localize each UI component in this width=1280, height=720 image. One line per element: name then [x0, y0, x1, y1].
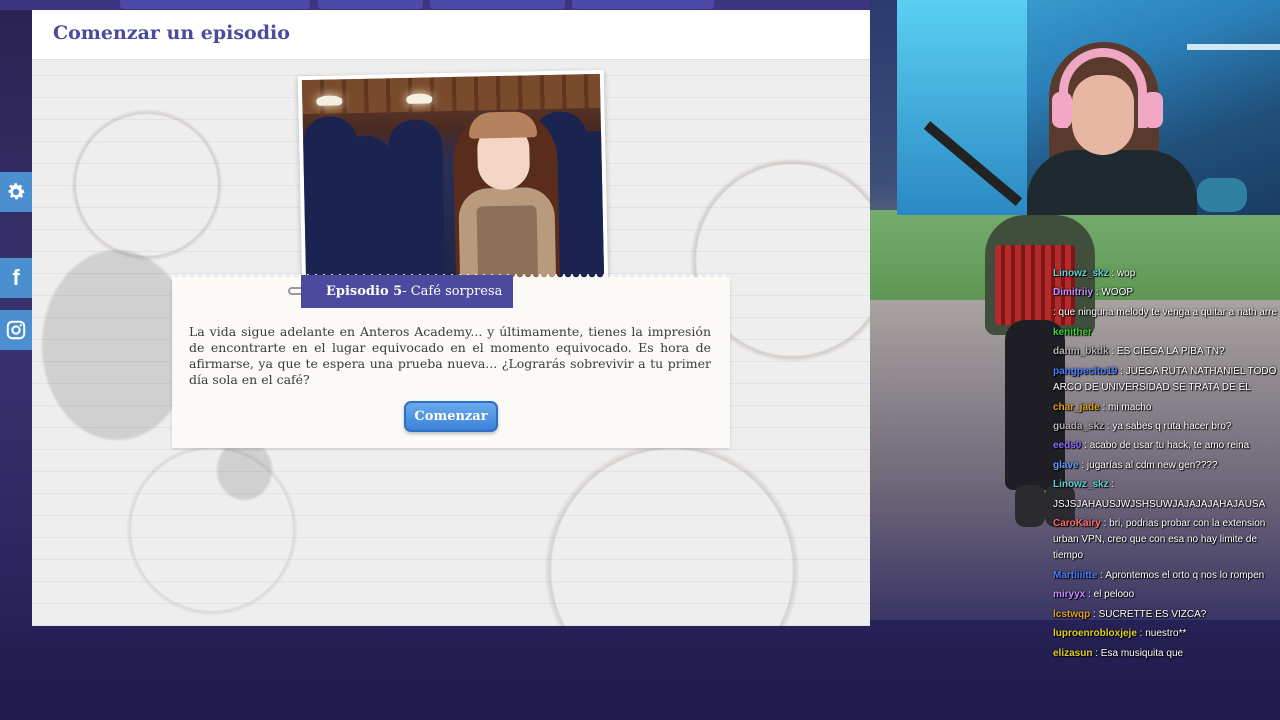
game-top-nav: [0, 0, 870, 10]
chat-message: CaroKairy : bri, podrias probar con la e…: [1045, 514, 1280, 566]
start-button[interactable]: Comenzar: [404, 401, 498, 432]
avatar-shoe: [1015, 485, 1045, 527]
chat-text: : el pelooo: [1085, 589, 1135, 601]
chat-username[interactable]: Linowz_skz: [1053, 479, 1109, 490]
coffee-stain: [42, 250, 192, 440]
facebook-icon: f: [12, 265, 20, 290]
chat-text: : nuestro**: [1136, 628, 1187, 640]
chat-username[interactable]: luproenrobloxjeje: [1053, 628, 1137, 639]
instagram-icon: [6, 320, 26, 340]
webcam-background-light: [897, 0, 1027, 215]
silhouette: [565, 130, 605, 282]
nav-tab[interactable]: [318, 0, 423, 9]
episode-name: - Café sorpresa: [402, 284, 503, 299]
chat-message: luproenrobloxjeje : nuestro**: [1045, 624, 1280, 643]
chat-text: : ES CIEGA LA PIBA TN?: [1108, 346, 1225, 358]
chat-username[interactable]: elizasun: [1053, 648, 1092, 659]
chat-username[interactable]: Dimitriiy: [1053, 287, 1093, 298]
episode-panel: Comenzar un episodio La vida sigue adela…: [32, 10, 870, 626]
chat-message: miryyx : el pelooo: [1045, 585, 1280, 604]
chat-message: Linowz_skz : JSJSJAHAUSJWJSHSUWJAJAJAJAH…: [1045, 475, 1280, 514]
chat-message: elizasun : Esa musiquita que: [1045, 644, 1280, 663]
lamp: [406, 93, 433, 104]
chat-username[interactable]: CaroKairy: [1053, 518, 1101, 529]
episode-label: Episodio 5 - Café sorpresa: [301, 275, 513, 308]
chat-text: : mi macho: [1099, 401, 1152, 413]
coffee-stain: [217, 440, 272, 500]
headset-ear: [1143, 92, 1163, 128]
chat-text: : wop: [1108, 268, 1136, 279]
chat-text: : acabo de usar tu hack, te amo reina: [1081, 440, 1250, 452]
character-cap: [468, 111, 538, 139]
page-title: Comenzar un episodio: [53, 22, 290, 44]
chat-text: : ya sabes q ruta hacer bro?: [1104, 421, 1232, 433]
silhouette: [338, 135, 396, 287]
chat-text: : SUCRETTE ES VIZCA?: [1090, 608, 1207, 620]
streamer-shirt: [1027, 150, 1197, 215]
panel-header: Comenzar un episodio: [32, 10, 870, 60]
chat-message: danm_bkdk : ES CIEGA LA PIBA TN?: [1045, 342, 1280, 361]
headset-icon: [1059, 48, 1147, 128]
chat-username[interactable]: lcstwqp: [1053, 609, 1090, 620]
chat-message: Dimitriiy : WOOP: [1045, 283, 1280, 302]
cafe-ceiling: [301, 73, 601, 115]
chat-username[interactable]: guada_skz: [1053, 421, 1104, 432]
instagram-button[interactable]: [0, 310, 32, 350]
gear-icon: [8, 183, 25, 200]
episode-illustration: [297, 69, 609, 292]
chat-message: char_jade : mi macho: [1045, 398, 1280, 417]
chat-username[interactable]: Martiiiitte: [1053, 570, 1097, 581]
chat-message: lcstwqp : SUCRETTE ES VIZCA?: [1045, 605, 1280, 624]
chat-text: : WOOP: [1093, 287, 1134, 299]
webcam-overlay: [897, 0, 1280, 215]
facebook-button[interactable]: f: [0, 258, 32, 298]
silhouette: [387, 119, 446, 286]
cup: [1197, 178, 1247, 212]
settings-button[interactable]: [0, 172, 32, 212]
chat-username[interactable]: eeds0: [1053, 440, 1081, 451]
nav-tab[interactable]: [430, 0, 565, 9]
chat-username[interactable]: kenither: [1053, 327, 1092, 338]
stream-chat: Linowz_skz : wop Dimitriiy : WOOP : que n…: [1045, 264, 1280, 720]
chat-message: guada_skz : ya sabes q ruta hacer bro?: [1045, 417, 1280, 436]
chat-message: Linowz_skz : wop: [1045, 264, 1280, 283]
chat-message: kenither: [1045, 323, 1280, 342]
lamp: [316, 95, 343, 106]
chat-message: pangpecito19 : JUEGA RUTA NATHANIEL TODO…: [1045, 362, 1280, 398]
chat-message: Martiiiitte : Aprontemos el orto q nos l…: [1045, 566, 1280, 585]
chat-username[interactable]: miryyx: [1053, 589, 1085, 600]
webcam-shelf: [1187, 44, 1280, 50]
chat-text: : Esa musiquita que: [1092, 647, 1184, 659]
nav-tab[interactable]: [120, 0, 310, 9]
chat-username[interactable]: danm_bkdk: [1053, 346, 1109, 357]
chat-text: : Aprontemos el orto q nos lo rompen: [1097, 570, 1265, 582]
chat-message: : que ninguna melody te venga a quitar a…: [1045, 303, 1280, 323]
chat-username[interactable]: Linowz_skz: [1053, 268, 1109, 279]
chat-username[interactable]: char_jade: [1053, 402, 1100, 413]
chat-username[interactable]: pangpecito19: [1053, 366, 1117, 377]
chat-username[interactable]: glave: [1053, 460, 1079, 471]
chat-text: : jugarías al cdm new gen????: [1078, 459, 1218, 471]
episode-scene: [301, 73, 605, 288]
episode-number: Episodio 5: [326, 284, 403, 299]
episode-description: La vida sigue adelante en Anteros Academ…: [189, 324, 711, 387]
chat-message: eeds0 : acabo de usar tu hack, te amo re…: [1045, 436, 1280, 455]
chat-text: : que ninguna melody te venga a quitar a…: [1053, 306, 1278, 318]
headset-ear: [1052, 92, 1072, 128]
chat-message: glave : jugarías al cdm new gen????: [1045, 456, 1280, 475]
nav-tab[interactable]: [572, 0, 714, 9]
